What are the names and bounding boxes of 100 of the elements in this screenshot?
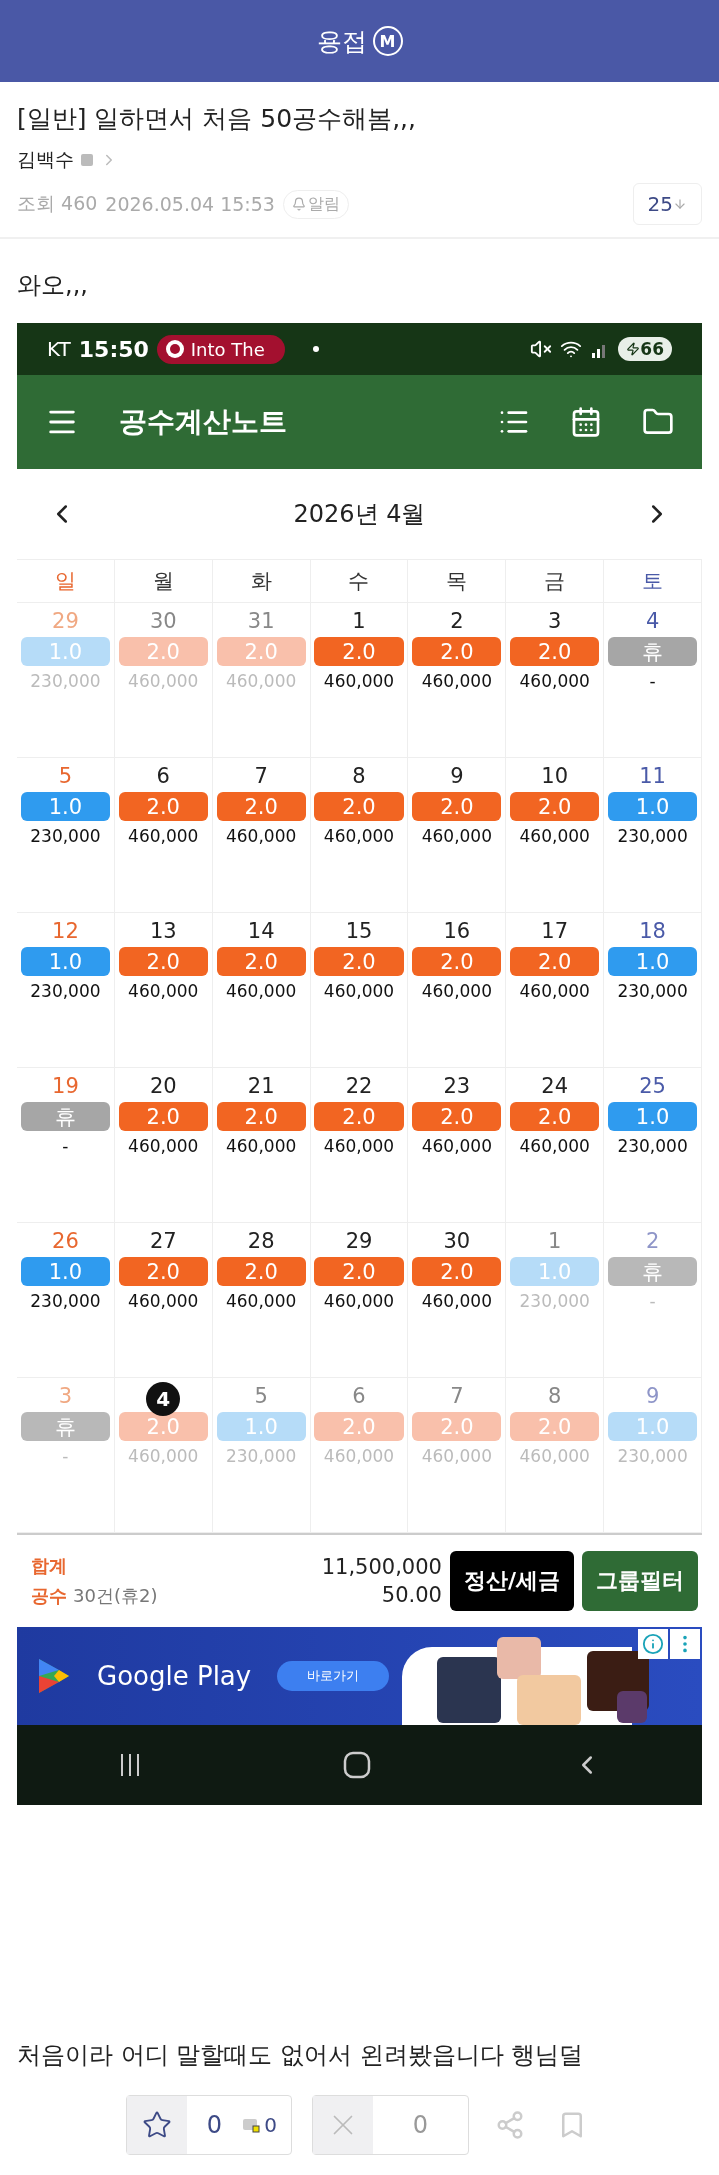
work-chip: 1.0 <box>20 1257 110 1286</box>
day-amount: 460,000 <box>128 981 199 1001</box>
calendar-day[interactable]: 10 2.0 460,000 <box>506 758 605 913</box>
work-chip: 2.0 <box>412 792 502 821</box>
calendar-day[interactable]: 7 2.0 460,000 <box>212 758 311 913</box>
today-marker: 4 <box>146 1382 181 1416</box>
calendar-day[interactable]: 2 2.0 460,000 <box>408 603 507 758</box>
summary-button[interactable]: 그룹필터 <box>582 1551 698 1611</box>
day-amount: 460,000 <box>225 826 297 846</box>
day-number: 5 <box>58 763 73 790</box>
work-chip: 2.0 <box>412 1102 502 1131</box>
day-amount: 460,000 <box>519 826 590 846</box>
calendar-day[interactable]: 8 2.0 460,000 <box>506 1378 605 1533</box>
author-name[interactable]: 김백수 <box>17 147 74 173</box>
notification-dot <box>312 346 319 352</box>
board-title: 용접 <box>316 25 367 58</box>
work-chip: 2.0 <box>412 947 502 976</box>
work-chip: 2.0 <box>510 947 600 976</box>
day-number: 11 <box>639 763 666 790</box>
recommend-button[interactable] <box>126 2096 187 2154</box>
calendar-day[interactable]: 23 2.0 460,000 <box>408 1068 507 1223</box>
calendar-day[interactable]: 14 2.0 460,000 <box>212 913 311 1068</box>
calendar-day[interactable]: 7 2.0 460,000 <box>408 1378 507 1533</box>
calendar-day[interactable]: 30 2.0 460,000 <box>114 603 213 758</box>
day-amount: - <box>62 1136 69 1156</box>
app-title: 공수계산노트 <box>119 404 288 440</box>
home-icon[interactable] <box>342 1751 371 1779</box>
day-amount: 460,000 <box>128 826 199 846</box>
day-number: 9 <box>450 763 464 790</box>
work-chip: 1.0 <box>608 1412 698 1441</box>
day-amount: 460,000 <box>421 981 492 1001</box>
day-amount: - <box>649 671 656 691</box>
summary-button[interactable]: 정산/세금 <box>449 1551 574 1611</box>
calendar-day[interactable]: 30 2.0 460,000 <box>408 1223 507 1378</box>
day-amount: 460,000 <box>225 671 297 691</box>
post-text: 처음이라 어디 말할때도 없어서 왼려봤읍니다 행님덜 <box>17 2040 585 2071</box>
calendar-day[interactable]: 11 1.0 230,000 <box>604 758 702 913</box>
calendar-day[interactable]: 16 2.0 460,000 <box>408 913 507 1068</box>
calendar-day[interactable]: 9 2.0 460,000 <box>408 758 507 913</box>
calendar-day[interactable]: 15 2.0 460,000 <box>310 913 409 1068</box>
brand-name: Google Play <box>97 1661 252 1691</box>
mute-icon <box>530 338 553 360</box>
calendar-day[interactable]: 17 2.0 460,000 <box>506 913 605 1068</box>
calendar-day[interactable]: 4 휴 - <box>604 603 702 758</box>
calendar-day[interactable]: 27 2.0 460,000 <box>114 1223 213 1378</box>
calendar-day[interactable]: 20 2.0 460,000 <box>114 1068 213 1223</box>
day-amount: 460,000 <box>128 1291 199 1311</box>
calendar-day[interactable]: 21 2.0 460,000 <box>212 1068 311 1223</box>
day-number: 28 <box>247 1228 275 1255</box>
star-icon <box>141 2110 172 2140</box>
info-icon[interactable] <box>638 1629 668 1659</box>
weekday-header: 목 <box>408 559 507 603</box>
calendar-day[interactable]: 13 2.0 460,000 <box>114 913 213 1068</box>
weekday-header: 화 <box>212 559 311 603</box>
day-number: 16 <box>443 918 471 945</box>
calendar-day[interactable]: 8 2.0 460,000 <box>310 758 409 913</box>
calendar-day[interactable]: 25 1.0 230,000 <box>604 1068 702 1223</box>
comment-count-button[interactable]: 25 <box>632 183 702 225</box>
day-number: 25 <box>639 1073 666 1100</box>
gift-count: 0 <box>242 2096 291 2154</box>
calendar-day[interactable]: 1 2.0 460,000 <box>310 603 409 758</box>
ad-button[interactable]: 바로가기 <box>277 1661 390 1691</box>
battery-indicator: 66 <box>618 337 672 361</box>
calendar-day[interactable]: 19 휴 - <box>17 1068 115 1223</box>
day-number: 9 <box>645 1383 660 1410</box>
calendar-day[interactable]: 12 1.0 230,000 <box>17 913 115 1068</box>
calendar-day[interactable]: 28 2.0 460,000 <box>212 1223 311 1378</box>
level-icon <box>80 153 94 167</box>
work-chip: 2.0 <box>314 1102 404 1131</box>
day-number: 2 <box>645 1228 660 1255</box>
day-number: 3 <box>548 608 562 635</box>
calendar-day[interactable]: 31 2.0 460,000 <box>212 603 311 758</box>
calendar-day[interactable]: 6 2.0 460,000 <box>114 758 213 913</box>
calendar-day[interactable]: 6 2.0 460,000 <box>310 1378 409 1533</box>
day-number: 27 <box>149 1228 177 1255</box>
day-amount: 460,000 <box>323 826 395 846</box>
calendar-day[interactable]: 22 2.0 460,000 <box>310 1068 409 1223</box>
day-number: 30 <box>149 608 177 635</box>
count-text: 30건(휴2) <box>73 1584 158 1608</box>
day-number: 24 <box>541 1073 569 1100</box>
calendar-day[interactable]: 4 2.0 460,000 <box>114 1378 213 1533</box>
day-number: 7 <box>450 1383 464 1410</box>
calendar-day[interactable]: 3 2.0 460,000 <box>506 603 605 758</box>
work-total: 50.00 <box>381 1583 442 1607</box>
gift-icon <box>242 2117 261 2133</box>
work-chip: 2.0 <box>510 792 600 821</box>
calendar-day[interactable]: 1 1.0 230,000 <box>506 1223 605 1378</box>
calendar-day[interactable]: 29 2.0 460,000 <box>310 1223 409 1378</box>
calendar-day[interactable]: 18 1.0 230,000 <box>604 913 702 1068</box>
calendar-icon[interactable] <box>570 406 602 438</box>
calendar-day[interactable]: 26 1.0 230,000 <box>17 1223 115 1378</box>
day-amount: 460,000 <box>421 826 492 846</box>
day-amount: 230,000 <box>30 1291 101 1311</box>
day-number: 29 <box>52 608 79 635</box>
work-chip: 2.0 <box>216 1102 306 1131</box>
bell-icon <box>291 197 306 211</box>
work-chip: 2.0 <box>216 947 306 976</box>
calendar-day[interactable]: 24 2.0 460,000 <box>506 1068 605 1223</box>
calendar-day[interactable]: 5 1.0 230,000 <box>212 1378 311 1533</box>
calendar-day[interactable]: 5 1.0 230,000 <box>17 758 115 913</box>
